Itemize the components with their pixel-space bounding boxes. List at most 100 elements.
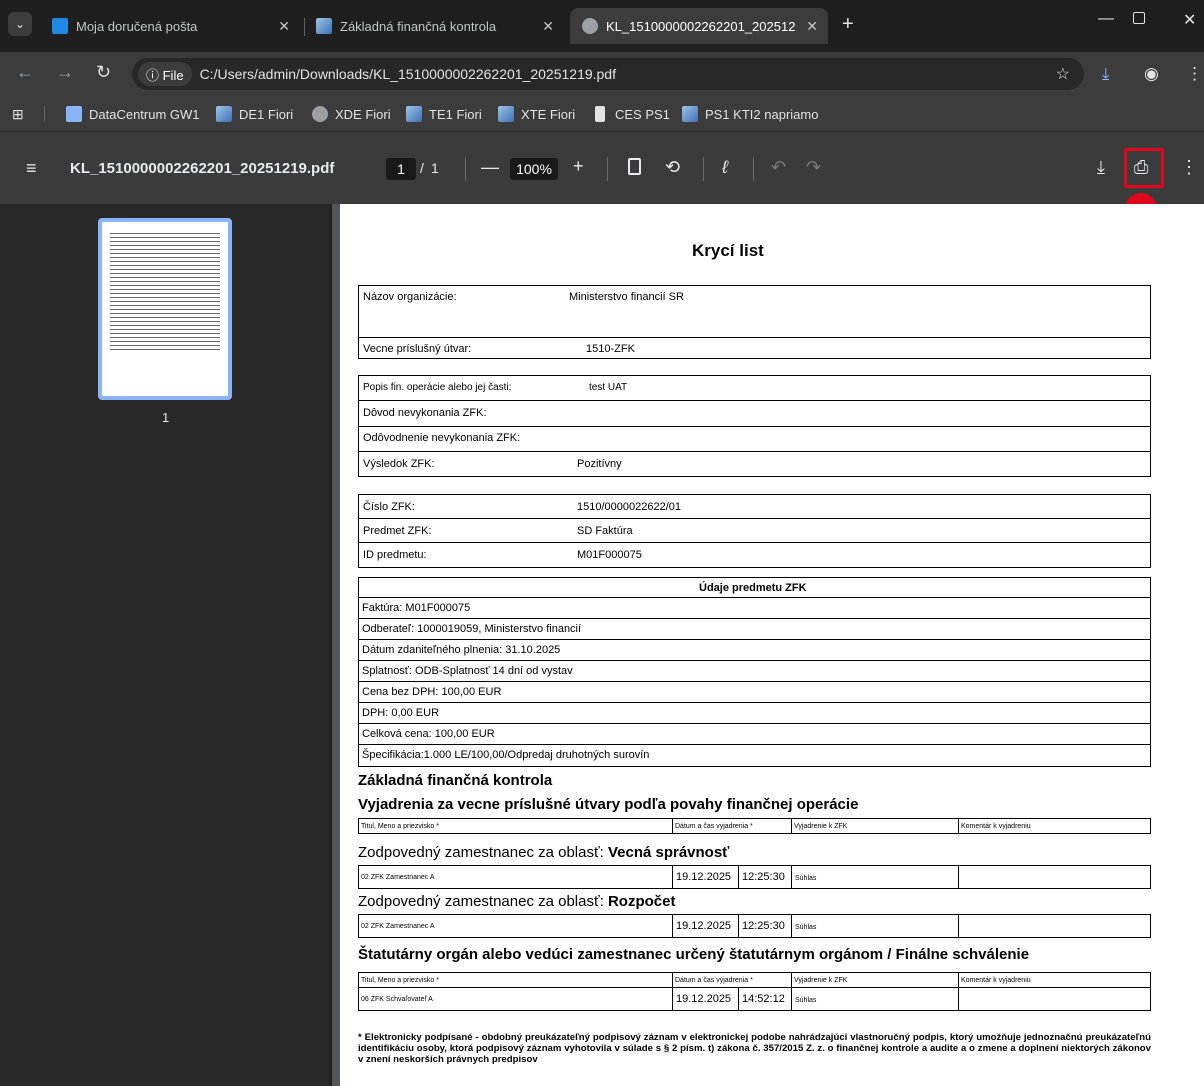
globe-icon bbox=[582, 18, 598, 34]
rotate-icon[interactable]: ⟲ bbox=[665, 157, 680, 178]
table-row: 02 ZFK Zamestnanec A 19.12.2025 12:25:30… bbox=[358, 914, 1151, 938]
sap-icon bbox=[498, 106, 514, 122]
bookmark-ps1-kti2[interactable]: PS1 KTI2 napriamo bbox=[682, 106, 818, 122]
section-subtitle: Vyjadrenia za vecne príslušné útvary pod… bbox=[358, 796, 859, 813]
detail-row: Celková cena: 100,00 EUR bbox=[362, 728, 495, 740]
bookmark-datacentrum[interactable]: DataCentrum GW1 bbox=[66, 106, 200, 122]
menu-icon[interactable]: ⋮ bbox=[1186, 64, 1203, 84]
download-icon[interactable]: ⤓ bbox=[1097, 157, 1105, 178]
operation-block: Popis fin. operácie alebo jej časti: tes… bbox=[358, 375, 1151, 477]
bookmark-de1[interactable]: DE1 Fiori bbox=[216, 106, 293, 122]
site-info-chip[interactable]: ⓘ File bbox=[138, 62, 192, 86]
reason-label: Dôvod nevykonania ZFK: bbox=[363, 407, 487, 419]
id-value: M01F000075 bbox=[577, 549, 642, 561]
resp-heading-2: Zodpovedný zamestnanec za oblasť: Rozpoč… bbox=[358, 893, 676, 910]
table-header: Titul, Meno a priezvisko * Dátum a čas v… bbox=[358, 972, 1151, 988]
fit-page-icon[interactable] bbox=[628, 158, 641, 175]
zoom-out-icon[interactable]: — bbox=[481, 157, 499, 178]
globe-icon bbox=[312, 106, 328, 122]
page-count: 1 bbox=[431, 160, 439, 176]
resp-heading-1: Zodpovedný zamestnanec za oblasť: Vecná … bbox=[358, 844, 730, 861]
toolbar-divider bbox=[753, 157, 754, 181]
toolbar-divider bbox=[703, 157, 704, 181]
details-title: Údaje predmetu ZFK bbox=[699, 582, 807, 594]
zoom-in-icon[interactable]: + bbox=[573, 156, 584, 177]
detail-row: Faktúra: M01F000075 bbox=[362, 602, 471, 614]
tab-title: Základná finančná kontrola bbox=[340, 18, 497, 34]
zfk-block: Číslo ZFK: 1510/0000022622/01 Predmet ZF… bbox=[358, 494, 1151, 568]
maximize-icon[interactable] bbox=[1133, 12, 1145, 24]
org-value: Ministerstvo financií SR bbox=[569, 291, 684, 303]
new-tab-button[interactable]: + bbox=[842, 13, 854, 36]
bookmarks-bar: ⊞ DataCentrum GW1 DE1 Fiori XDE Fiori TE… bbox=[0, 96, 1204, 132]
thumbnail-preview bbox=[110, 230, 220, 350]
outlook-icon bbox=[52, 18, 68, 34]
bookmark-xte[interactable]: XTE Fiori bbox=[498, 106, 575, 122]
bookmark-ces[interactable]: CES PS1 bbox=[592, 106, 670, 122]
toolbar-divider bbox=[465, 157, 466, 181]
detail-row: Odberateľ: 1000019059, Ministerstvo fina… bbox=[362, 623, 582, 635]
minimize-icon[interactable]: — bbox=[1098, 10, 1114, 28]
close-tab-icon[interactable]: ✕ bbox=[806, 18, 818, 35]
sap-icon bbox=[682, 106, 698, 122]
tab-pdf[interactable]: KL_1510000002262201_202512 ✕ bbox=[570, 8, 828, 44]
downloads-icon[interactable]: ⤓ bbox=[1102, 64, 1110, 84]
col-comment: Komentár k vyjadreniu bbox=[961, 823, 1031, 830]
thumbnail-label: 1 bbox=[162, 410, 170, 425]
section-title: Základná finančná kontrola bbox=[358, 772, 553, 789]
sap-icon bbox=[216, 106, 232, 122]
subject-label: Predmet ZFK: bbox=[363, 525, 432, 537]
browser-toolbar: ← → ↻ ⓘ File C:/Users/admin/Downloads/KL… bbox=[0, 52, 1204, 96]
undo-icon: ↶ bbox=[771, 157, 787, 177]
bookmark-te1[interactable]: TE1 Fiori bbox=[406, 106, 482, 122]
id-label: ID predmetu: bbox=[363, 549, 427, 561]
detail-row: Cena bez DPH: 100,00 EUR bbox=[362, 686, 502, 698]
table-row: 02 ZFK Zamestnanec A 19.12.2025 12:25:30… bbox=[358, 865, 1151, 889]
justification-label: Odôvodnenie nevykonania ZFK: bbox=[363, 432, 521, 444]
org-block: Názov organizácie: Ministerstvo financií… bbox=[358, 285, 1151, 359]
detail-row: Splatnosť: ODB-Splatnosť 14 dní od vysta… bbox=[362, 665, 573, 677]
more-options-icon[interactable]: ⋮ bbox=[1180, 157, 1198, 178]
star-icon[interactable]: ☆ bbox=[1056, 64, 1070, 84]
zoom-input[interactable]: 100% bbox=[510, 158, 558, 180]
col-name: Titul, Meno a priezvisko * bbox=[361, 823, 439, 830]
briefcase-icon bbox=[66, 106, 82, 122]
sidebar-menu-icon[interactable]: ≡ bbox=[26, 158, 37, 179]
num-label: Číslo ZFK: bbox=[363, 501, 415, 513]
unit-value: 1510-ZFK bbox=[586, 343, 635, 355]
tab-financna-kontrola[interactable]: Základná finančná kontrola ✕ bbox=[308, 8, 564, 44]
page-icon bbox=[595, 106, 605, 122]
detail-row: Dátum zdaniteľného plnenia: 31.10.2025 bbox=[362, 644, 561, 656]
num-value: 1510/0000022622/01 bbox=[577, 501, 681, 513]
result-label: Výsledok ZFK: bbox=[363, 458, 435, 470]
sap-icon bbox=[316, 18, 332, 34]
bookmark-xde[interactable]: XDE Fiori bbox=[312, 106, 391, 122]
toolbar-divider bbox=[607, 157, 608, 181]
page-number-input[interactable]: 1 bbox=[386, 158, 416, 180]
tab-mail[interactable]: Moja doručená pošta ✕ bbox=[44, 8, 300, 44]
table-row: 06 ZFK Schvaľovateľ A 19.12.2025 14:52:1… bbox=[358, 987, 1151, 1011]
tab-search-button[interactable]: ⌄ bbox=[8, 12, 32, 36]
unit-label: Vecne príslušný útvar: bbox=[363, 343, 472, 355]
back-icon[interactable]: ← bbox=[16, 62, 34, 83]
page-thumbnail[interactable] bbox=[98, 218, 232, 400]
apps-icon[interactable]: ⊞ bbox=[12, 106, 24, 123]
sap-icon bbox=[406, 106, 422, 122]
address-bar[interactable]: ⓘ File C:/Users/admin/Downloads/KL_15100… bbox=[132, 58, 1084, 90]
tab-title: Moja doručená pošta bbox=[76, 18, 198, 34]
org-label: Názov organizácie: bbox=[363, 291, 457, 303]
url-text: C:/Users/admin/Downloads/KL_151000000226… bbox=[199, 66, 616, 82]
forward-icon[interactable]: → bbox=[56, 62, 74, 83]
close-window-icon[interactable]: ✕ bbox=[1183, 10, 1196, 30]
pdf-filename: KL_1510000002262201_20251219.pdf bbox=[70, 160, 335, 177]
draw-icon[interactable]: ℓ bbox=[722, 157, 728, 178]
pdf-page: Krycí list Názov organizácie: Ministerst… bbox=[340, 204, 1204, 1086]
profile-icon[interactable]: ◉ bbox=[1144, 64, 1159, 84]
detail-row: DPH: 0,00 EUR bbox=[362, 707, 440, 719]
close-tab-icon[interactable]: ✕ bbox=[542, 18, 554, 35]
footnote: * Elektronicky podpísané - obdobný preuk… bbox=[358, 1032, 1151, 1065]
close-tab-icon[interactable]: ✕ bbox=[278, 18, 290, 35]
tab-strip: ⌄ Moja doručená pošta ✕ Základná finančn… bbox=[0, 0, 1204, 52]
statutory-heading: Štatutárny orgán alebo vedúci zamestnane… bbox=[358, 946, 1030, 963]
reload-icon[interactable]: ↻ bbox=[96, 62, 111, 83]
